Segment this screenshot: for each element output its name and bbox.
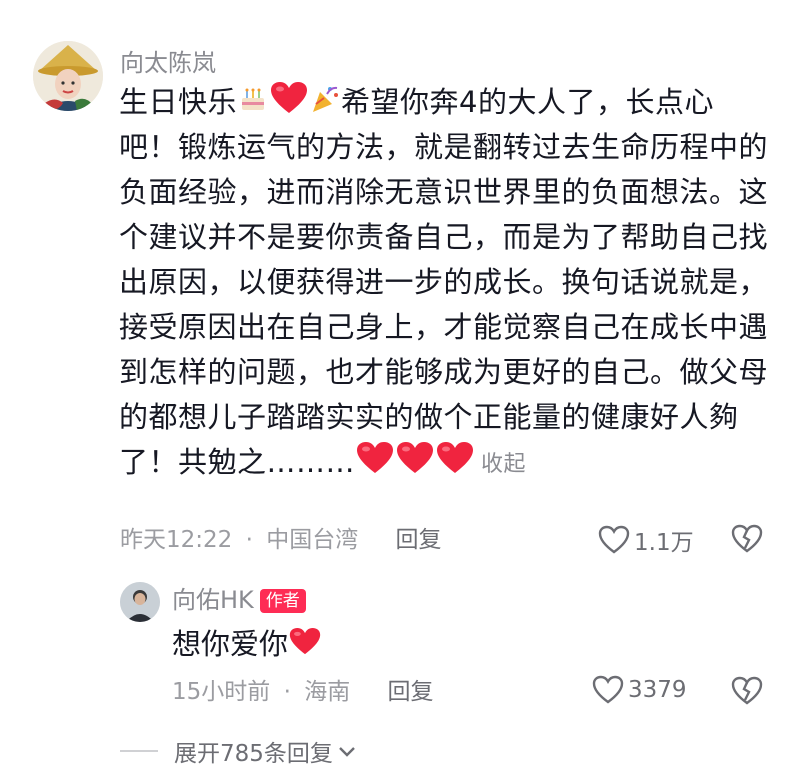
comment-line-7: 到怎样的问题，也才能够成为更好的自己。做父母 bbox=[119, 355, 769, 389]
like-count: 1.1万 bbox=[634, 530, 694, 556]
comment-line-text: 生日快乐 bbox=[119, 85, 238, 119]
meta-separator: · bbox=[283, 679, 291, 705]
reply-location: 海南 bbox=[304, 679, 351, 705]
comment-meta: 昨天12:22 · 中国台湾 回复 bbox=[120, 525, 442, 555]
reply-author: 向佑HK 作者 bbox=[172, 585, 306, 615]
comment-time: 昨天12:22 bbox=[120, 527, 233, 553]
heart-outline-icon bbox=[592, 675, 624, 704]
reply-reply-button[interactable]: 回复 bbox=[388, 679, 434, 705]
heart-emoji-icon bbox=[396, 441, 434, 488]
expand-replies-label: 展开785条回复 bbox=[174, 741, 333, 767]
comment-body: 生日快乐 希望你奔4的大人了，长点心 吧！锻炼运气的方法，就是翻转过去生命历程中… bbox=[119, 80, 779, 485]
comment-line-text: 了！共勉之……… bbox=[119, 445, 356, 479]
comment-line-4: 个建议并不是要你责备自己，而是为了帮助自己找 bbox=[119, 220, 769, 254]
reply-body: 想你爱你 bbox=[172, 624, 322, 666]
dislike-button[interactable] bbox=[731, 524, 763, 558]
heart-outline-icon bbox=[598, 525, 630, 554]
comment-line-9: 了！共勉之……… 收起 bbox=[119, 440, 779, 485]
comment-line-6: 接受原因出在自己身上，才能觉察自己在成长中遇 bbox=[119, 310, 769, 344]
commenter-name[interactable]: 向太陈岚 bbox=[120, 48, 216, 78]
comment-line-8: 的都想儿子踏踏实实的做个正能量的健康好人夠 bbox=[119, 400, 739, 434]
reply-author-name[interactable]: 向佑HK bbox=[172, 586, 254, 614]
party-popper-emoji-icon bbox=[310, 82, 340, 127]
comment-line-3: 负面经验，进而消除无意识世界里的负面想法。这 bbox=[119, 175, 769, 209]
meta-separator: · bbox=[245, 527, 253, 553]
reply-author-avatar[interactable] bbox=[120, 582, 160, 622]
broken-heart-icon bbox=[731, 676, 763, 705]
comment-line-5: 出原因，以便获得进一步的成长。换句话说就是， bbox=[119, 265, 769, 299]
reply-time: 15小时前 bbox=[172, 679, 271, 705]
broken-heart-icon bbox=[731, 524, 763, 553]
commenter-avatar[interactable] bbox=[33, 41, 103, 111]
chevron-down-icon bbox=[339, 747, 355, 757]
heart-emoji-icon bbox=[270, 81, 308, 128]
heart-emoji-icon bbox=[289, 626, 321, 666]
reply-like-count: 3379 bbox=[628, 677, 687, 703]
collapse-button[interactable]: 收起 bbox=[481, 452, 526, 477]
like-button[interactable]: 1.1万 bbox=[598, 523, 694, 557]
heart-emoji-icon bbox=[356, 441, 394, 488]
comment-line-2: 吧！锻炼运气的方法，就是翻转过去生命历程中的 bbox=[119, 130, 769, 164]
divider bbox=[120, 750, 158, 752]
cake-emoji-icon bbox=[238, 82, 268, 127]
reply-meta: 15小时前 · 海南 回复 bbox=[172, 677, 434, 707]
reply-dislike-button[interactable] bbox=[731, 676, 763, 710]
comment-line-text: 希望你奔4的大人了，长点心 bbox=[341, 85, 714, 119]
expand-replies-button[interactable]: 展开785条回复 bbox=[120, 734, 357, 768]
comment-line-1: 生日快乐 希望你奔4的大人了，长点心 bbox=[119, 80, 779, 125]
reply-button[interactable]: 回复 bbox=[396, 527, 442, 553]
heart-emoji-icon bbox=[436, 441, 474, 488]
avatar-man-icon bbox=[120, 582, 160, 622]
comment-location: 中国台湾 bbox=[266, 527, 359, 553]
reply-like-button[interactable]: 3379 bbox=[592, 675, 687, 705]
avatar-woman-gold-hat-icon bbox=[33, 41, 103, 111]
author-badge: 作者 bbox=[259, 589, 306, 613]
reply-text: 想你爱你 bbox=[172, 627, 289, 661]
